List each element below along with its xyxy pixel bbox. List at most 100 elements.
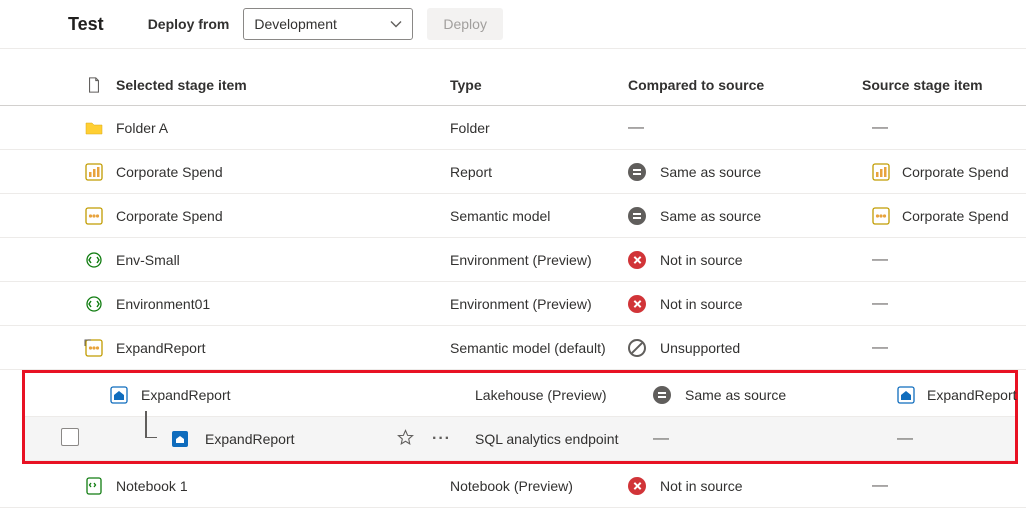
- column-header-type[interactable]: Type: [450, 77, 628, 93]
- item-name: Folder A: [116, 120, 168, 136]
- column-header-icon[interactable]: [72, 77, 116, 93]
- source-item-dash: —: [872, 119, 888, 137]
- same-as-source-icon: [653, 386, 671, 404]
- comparison-cell: Same as source: [628, 163, 862, 181]
- item-type: Notebook (Preview): [450, 478, 628, 494]
- comparison-cell: Same as source: [628, 207, 862, 225]
- source-item-cell: —: [862, 251, 1026, 269]
- deploy-button[interactable]: Deploy: [427, 8, 503, 40]
- table-row[interactable]: Environment01 Environment (Preview) Not in…: [0, 282, 1026, 326]
- report-icon: [85, 163, 103, 181]
- source-item-name: ExpandReport: [927, 387, 1017, 403]
- source-item-cell: —: [862, 339, 1026, 357]
- item-type: Report: [450, 164, 628, 180]
- source-item-cell: —: [862, 119, 1026, 137]
- chevron-down-icon: [390, 18, 402, 30]
- item-name-cell[interactable]: Notebook 1: [116, 478, 450, 494]
- comparison-same-text: Same as source: [660, 164, 761, 180]
- comparison-notin-text: Not in source: [660, 478, 742, 494]
- item-name-cell[interactable]: Folder A: [116, 120, 450, 136]
- source-item-cell: Corporate Spend: [862, 163, 1026, 181]
- comparison-same-text: Same as source: [685, 387, 786, 403]
- source-item-dash: —: [897, 430, 913, 448]
- source-item-cell: —: [862, 295, 1026, 313]
- comparison-cell: Unsupported: [628, 339, 862, 357]
- item-type: Environment (Preview): [450, 252, 628, 268]
- source-item-dash: —: [872, 339, 888, 357]
- comparison-cell: —: [628, 119, 862, 137]
- table-row[interactable]: Env-Small Environment (Preview) Not in sou…: [0, 238, 1026, 282]
- source-item-dash: —: [872, 251, 888, 269]
- unsupported-icon: [628, 339, 646, 357]
- item-type: Folder: [450, 120, 628, 136]
- source-stage-select[interactable]: Development: [243, 8, 413, 40]
- source-item-name: Corporate Spend: [902, 164, 1009, 180]
- table-row[interactable]: Notebook 1 Notebook (Preview) Not in sourc…: [0, 464, 1026, 508]
- source-item-dash: —: [872, 477, 888, 495]
- item-name-cell[interactable]: Corporate Spend: [116, 208, 450, 224]
- comparison-cell: Same as source: [653, 386, 887, 404]
- table-row[interactable]: Corporate SpendReportSame as sourceCorpo…: [0, 150, 1026, 194]
- favorite-button[interactable]: [393, 425, 418, 453]
- item-name: Corporate Spend: [116, 208, 223, 224]
- item-type: Semantic model: [450, 208, 628, 224]
- folder-icon: [85, 119, 103, 137]
- comparison-cell: Not in source: [628, 251, 862, 269]
- comparison-notin-text: Not in source: [660, 296, 742, 312]
- item-name-cell[interactable]: Environment01: [116, 296, 450, 312]
- item-type-icon-cell: [72, 119, 116, 137]
- lakehouse-icon: [897, 386, 915, 404]
- source-item-cell: Corporate Spend: [862, 207, 1026, 225]
- table-row[interactable]: Folder AFolder——: [0, 106, 1026, 150]
- file-icon: [87, 77, 101, 93]
- item-name: ExpandReport: [116, 340, 206, 356]
- item-name-cell[interactable]: ExpandReport ···: [141, 425, 475, 453]
- source-item-name: Corporate Spend: [902, 208, 1009, 224]
- column-header-source[interactable]: Source stage item: [862, 77, 1026, 93]
- item-name-cell[interactable]: ExpandReport: [116, 340, 450, 356]
- item-type-icon-cell: [72, 163, 116, 181]
- notebook-icon: [85, 477, 103, 495]
- item-type-icon-cell: [97, 386, 141, 404]
- comparison-notin-text: Not in source: [660, 252, 742, 268]
- deploy-from-label: Deploy from: [148, 16, 230, 32]
- stage-title: Test: [68, 14, 104, 35]
- semantic-model-icon: [872, 207, 890, 225]
- source-item-cell: ExpandReport: [887, 386, 1026, 404]
- source-item-dash: —: [872, 295, 888, 313]
- item-name: Environment01: [116, 296, 210, 312]
- sql-endpoint-icon: [171, 430, 189, 448]
- comparison-cell: Not in source: [628, 477, 862, 495]
- table-row[interactable]: Corporate Spend Semantic modelSame as sou…: [0, 194, 1026, 238]
- same-as-source-icon: [628, 207, 646, 225]
- column-header-name[interactable]: Selected stage item: [116, 77, 450, 93]
- table-row[interactable]: ExpandReportLakehouse (Preview)Same as s…: [25, 373, 1015, 417]
- row-checkbox[interactable]: [61, 428, 79, 446]
- report-icon: [872, 163, 890, 181]
- item-name-cell[interactable]: Corporate Spend: [116, 164, 450, 180]
- item-type: Environment (Preview): [450, 296, 628, 312]
- item-name: ExpandReport: [205, 431, 295, 447]
- item-type: Semantic model (default): [450, 340, 628, 356]
- item-name-cell[interactable]: Env-Small: [116, 252, 450, 268]
- source-stage-selected: Development: [254, 16, 337, 32]
- not-in-source-icon: [628, 295, 646, 313]
- table-header-row: Selected stage item Type Compared to sou…: [0, 49, 1026, 106]
- not-in-source-icon: [628, 251, 646, 269]
- item-type-icon-cell: [72, 251, 116, 269]
- item-name: Env-Small: [116, 252, 180, 268]
- more-options-button[interactable]: ···: [428, 430, 455, 448]
- column-header-compared[interactable]: Compared to source: [628, 77, 862, 93]
- same-as-source-icon: [628, 163, 646, 181]
- item-type: SQL analytics endpoint: [475, 431, 653, 447]
- item-name: Notebook 1: [116, 478, 188, 494]
- tree-connector-icon: [141, 427, 161, 451]
- comparison-dash: —: [653, 430, 669, 448]
- item-type: Lakehouse (Preview): [475, 387, 653, 403]
- lakehouse-icon: [110, 386, 128, 404]
- source-item-cell: —: [862, 477, 1026, 495]
- item-name-cell[interactable]: ExpandReport: [141, 387, 475, 403]
- table-row[interactable]: ExpandReport···SQL analytics endpoint——: [25, 417, 1015, 461]
- table-row[interactable]: ╰ExpandReportSemantic model (default)Uns…: [0, 326, 1026, 370]
- stage-header: Test Deploy from Development Deploy: [0, 0, 1026, 49]
